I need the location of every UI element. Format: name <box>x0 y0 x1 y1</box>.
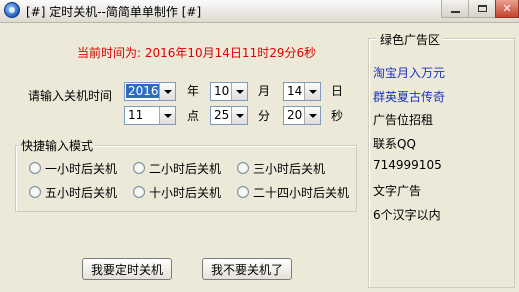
app-icon[interactable] <box>4 2 20 18</box>
close-icon: ✕ <box>502 2 512 15</box>
radio-3-hours[interactable] <box>237 162 249 174</box>
day-dropdown-arrow[interactable] <box>304 83 320 100</box>
option-2-hours-label[interactable]: 二小时后关机 <box>149 160 221 177</box>
option-3-hours-label[interactable]: 三小时后关机 <box>253 160 325 177</box>
ad-panel-title: 绿色广告区 <box>377 31 444 48</box>
option-10-hours-label[interactable]: 十小时后关机 <box>149 184 221 201</box>
hour-unit: 点 <box>187 109 200 123</box>
shutdown-time-label: 请输入关机时间 <box>28 89 113 103</box>
hour-dropdown-arrow[interactable] <box>159 107 175 124</box>
minute-value: 25 <box>214 108 230 122</box>
month-value: 10 <box>214 84 230 98</box>
maximize-icon <box>477 5 487 12</box>
radio-2-hours[interactable] <box>133 162 145 174</box>
chevron-down-icon <box>308 113 317 118</box>
current-time-text: 当前时间为: 2016年10月14日11时29分6秒 <box>77 46 317 60</box>
radio-1-hour[interactable] <box>29 162 41 174</box>
title-bar: [#] 定时关机--简简单单制作 [#] ✕ <box>0 0 519 23</box>
day-select[interactable]: 14 <box>283 82 321 101</box>
minute-dropdown-arrow[interactable] <box>231 107 247 124</box>
cancel-shutdown-button[interactable]: 我不要关机了 <box>202 258 292 280</box>
month-select[interactable]: 10 <box>210 82 248 101</box>
ad-line-2[interactable]: 群英夏古传奇 <box>373 88 445 105</box>
year-value: 2016 <box>126 84 161 98</box>
option-1-hour-label[interactable]: 一小时后关机 <box>45 160 117 177</box>
chevron-down-icon <box>163 113 172 118</box>
chevron-down-icon <box>163 89 172 94</box>
second-value: 20 <box>287 108 303 122</box>
minute-unit: 分 <box>258 109 271 123</box>
second-dropdown-arrow[interactable] <box>304 107 320 124</box>
option-5-hours-label[interactable]: 五小时后关机 <box>45 184 117 201</box>
year-dropdown-arrow[interactable] <box>159 83 175 100</box>
year-unit: 年 <box>187 84 200 98</box>
chevron-down-icon <box>235 89 244 94</box>
ad-line-4: 联系QQ <box>373 137 416 151</box>
set-shutdown-button[interactable]: 我要定时关机 <box>82 258 172 280</box>
maximize-button[interactable] <box>468 0 496 18</box>
minimize-icon <box>450 10 460 13</box>
year-select[interactable]: 2016 <box>124 82 176 101</box>
month-dropdown-arrow[interactable] <box>231 83 247 100</box>
radio-5-hours[interactable] <box>29 186 41 198</box>
chevron-down-icon <box>235 113 244 118</box>
second-unit: 秒 <box>331 109 344 123</box>
second-select[interactable]: 20 <box>283 106 321 125</box>
day-unit: 日 <box>331 84 344 98</box>
day-value: 14 <box>287 84 303 98</box>
ad-line-7: 6个汉字以内 <box>373 208 441 222</box>
quick-mode-label: 快捷输入模式 <box>19 137 96 154</box>
ad-line-5: 714999105 <box>373 158 442 172</box>
ad-line-1[interactable]: 淘宝月入万元 <box>373 64 445 81</box>
hour-select[interactable]: 11 <box>124 106 176 125</box>
chevron-down-icon <box>308 89 317 94</box>
radio-24-hours[interactable] <box>237 186 249 198</box>
option-24-hours-label[interactable]: 二十四小时后关机 <box>253 184 349 201</box>
minute-select[interactable]: 25 <box>210 106 248 125</box>
window-title: [#] 定时关机--简简单单制作 [#] <box>26 5 202 19</box>
quick-mode-group <box>15 145 357 212</box>
minimize-button[interactable] <box>441 0 469 18</box>
close-button[interactable]: ✕ <box>495 0 519 18</box>
radio-10-hours[interactable] <box>133 186 145 198</box>
hour-value: 11 <box>128 108 144 122</box>
ad-line-3: 广告位招租 <box>373 113 434 127</box>
ad-line-6: 文字广告 <box>373 184 422 198</box>
month-unit: 月 <box>258 84 271 98</box>
